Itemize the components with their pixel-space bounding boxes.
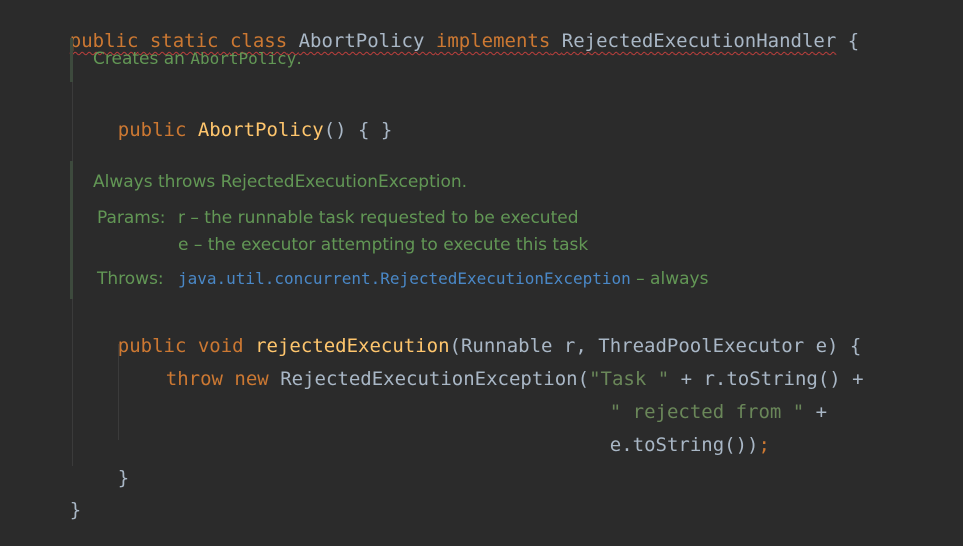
exception-call: RejectedExecutionException( [280, 368, 590, 390]
throws-link[interactable]: java.util.concurrent.RejectedExecutionEx… [178, 269, 631, 288]
keyword: new [234, 368, 269, 390]
close-class-line[interactable]: } [24, 474, 81, 521]
throw-line-3[interactable]: e.toString()); [564, 409, 770, 456]
expression: + [804, 401, 828, 423]
expression: e.toString()) [609, 434, 759, 456]
throw-line-2[interactable]: " rejected from " + [564, 376, 827, 423]
keyword: throw [165, 368, 223, 390]
close-brace: } [69, 499, 82, 521]
indent-guide [118, 344, 119, 440]
doc-text-suffix: . [296, 49, 302, 69]
doc-param-r: r – the runnable task requested to be ex… [178, 208, 579, 228]
doc-comment-method: Always throws RejectedExecutionException… [70, 161, 873, 299]
close-method-line[interactable]: } [72, 442, 129, 489]
throws-desc: – always [630, 269, 709, 289]
doc-code: AbortPolicy [190, 49, 297, 68]
interface-name: RejectedExecutionHandler [561, 30, 837, 52]
doc-throws-label: Throws: [97, 269, 164, 289]
doc-text: Creates an AbortPolicy. [93, 47, 302, 71]
throw-line-1[interactable]: throw new RejectedExecutionException("Ta… [120, 343, 864, 390]
close-brace: } [117, 467, 130, 489]
constructor-name: AbortPolicy [197, 119, 324, 141]
keyword: public [117, 119, 187, 141]
doc-throws: java.util.concurrent.RejectedExecutionEx… [178, 267, 708, 291]
constructor-line[interactable]: public AbortPolicy() { } [72, 94, 393, 141]
semicolon: ; [758, 434, 770, 456]
class-declaration-line[interactable]: public static class AbortPolicy implemen… [24, 5, 859, 52]
doc-param-e: e – the executor attempting to execute t… [178, 235, 589, 255]
method-signature-line[interactable]: public void rejectedExecution(Runnable r… [72, 310, 862, 357]
doc-params-label: Params: [97, 208, 166, 228]
doc-comment-constructor: Creates an AbortPolicy. [70, 38, 473, 82]
doc-text-prefix: Creates an [93, 49, 191, 69]
constructor-body: () { } [323, 119, 393, 141]
code-editor[interactable]: public static class AbortPolicy implemen… [0, 0, 963, 521]
open-brace: { [847, 30, 860, 52]
doc-summary: Always throws RejectedExecutionException… [93, 172, 468, 192]
